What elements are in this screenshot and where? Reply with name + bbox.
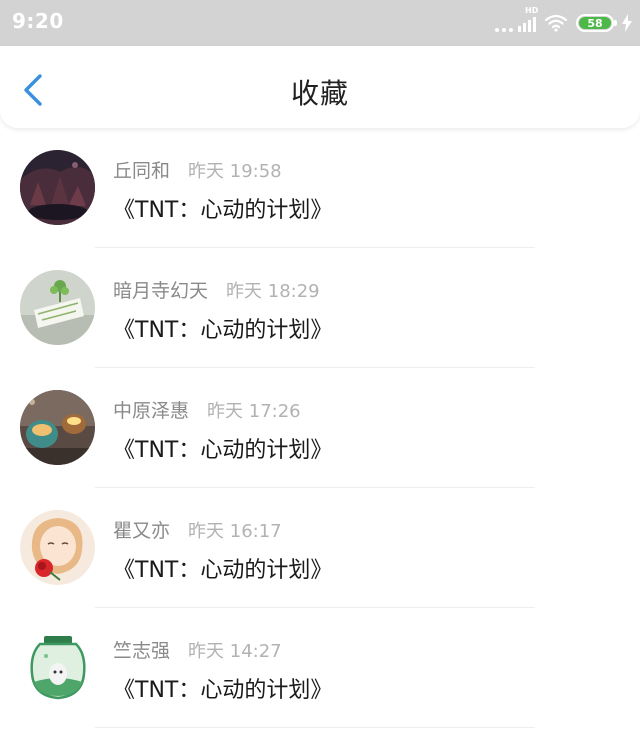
status-icons: HD 58 <box>495 6 632 36</box>
charging-bolt-icon <box>622 14 632 32</box>
battery-icon: 58 <box>576 14 617 32</box>
item-title: 《TNT：心动的计划》 <box>113 198 333 223</box>
item-username: 暗月寺幻天 <box>113 280 209 302</box>
item-title: 《TNT：心动的计划》 <box>113 318 333 343</box>
item-title: 《TNT：心动的计划》 <box>113 678 333 703</box>
cellular-signal-icon: HD <box>495 6 538 32</box>
item-time: 昨天 19:58 <box>188 161 282 182</box>
avatar[interactable] <box>20 150 95 225</box>
wifi-icon <box>544 14 568 32</box>
avatar-image <box>20 270 95 345</box>
avatar-image <box>20 150 95 225</box>
avatar[interactable] <box>20 510 95 585</box>
list-item[interactable]: 中原泽惠 昨天 17:26 《TNT：心动的计划》 <box>0 368 640 488</box>
favorites-list: 丘同和 昨天 19:58 《TNT：心动的计划》 暗月寺幻天 昨天 18:29 … <box>0 128 640 728</box>
list-item[interactable]: 瞿又亦 昨天 16:17 《TNT：心动的计划》 <box>0 488 640 608</box>
item-username: 竺志强 <box>113 640 171 662</box>
avatar[interactable] <box>20 270 95 345</box>
item-time: 昨天 14:27 <box>188 641 282 662</box>
avatar-image <box>20 510 95 585</box>
list-item[interactable]: 暗月寺幻天 昨天 18:29 《TNT：心动的计划》 <box>0 248 640 368</box>
item-title: 《TNT：心动的计划》 <box>113 438 333 463</box>
list-item[interactable]: 丘同和 昨天 19:58 《TNT：心动的计划》 <box>0 128 640 248</box>
status-bar: 9:20 HD 58 <box>0 0 640 46</box>
item-username: 丘同和 <box>113 160 171 182</box>
nav-header: 收藏 <box>0 46 640 128</box>
item-time: 昨天 17:26 <box>207 401 301 422</box>
item-time: 昨天 18:29 <box>226 281 320 302</box>
list-item[interactable]: 竺志强 昨天 14:27 《TNT：心动的计划》 <box>0 608 640 728</box>
battery-level: 58 <box>579 17 611 29</box>
network-hd-label: HD <box>525 6 539 15</box>
page-title: 收藏 <box>290 77 349 110</box>
avatar-image <box>20 630 95 705</box>
divider <box>95 727 535 728</box>
avatar[interactable] <box>20 630 95 705</box>
avatar[interactable] <box>20 390 95 465</box>
item-username: 瞿又亦 <box>113 520 171 542</box>
item-time: 昨天 16:17 <box>188 521 282 542</box>
item-title: 《TNT：心动的计划》 <box>113 558 333 583</box>
avatar-image <box>20 390 95 465</box>
status-time: 9:20 <box>12 9 64 33</box>
item-username: 中原泽惠 <box>113 400 190 422</box>
